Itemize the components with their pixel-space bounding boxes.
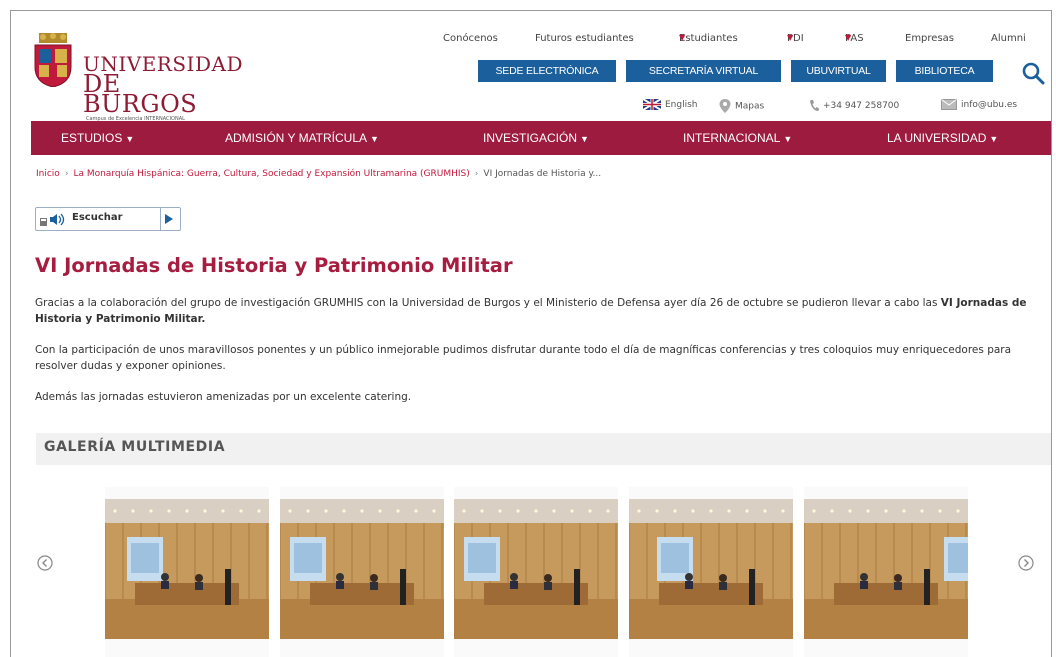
maps-link[interactable]: Mapas: [719, 99, 764, 113]
main-navigation: ESTUDIOS ▼ ADMISIÓN Y MATRÍCULA ▼ INVESTIG…: [31, 121, 1051, 155]
university-logo[interactable]: UNIVERSIDAD DE BURGOS Campus de Excelenc…: [31, 19, 251, 127]
caret-down-icon: ▼: [370, 134, 379, 144]
page-title: VI Jornadas de Historia y Patrimonio Mil…: [35, 254, 513, 277]
breadcrumb-separator: ›: [64, 169, 69, 179]
article-paragraph-1: Gracias a la colaboración del grupo de i…: [35, 295, 1045, 327]
gallery-header: GALERÍA MULTIMEDIA: [36, 433, 1051, 465]
breadcrumb-current: VI Jornadas de Historia y...: [483, 169, 602, 179]
nav-item-label: LA UNIVERSIDAD: [887, 131, 987, 145]
breadcrumb-home-link[interactable]: Inicio: [36, 169, 60, 179]
english-link[interactable]: English: [643, 99, 698, 110]
nav-item-investigacion[interactable]: INVESTIGACIÓN ▼: [483, 121, 589, 155]
ubuvirtual-button[interactable]: UBUVIRTUAL: [791, 60, 886, 82]
gallery-photo[interactable]: [280, 487, 444, 657]
english-label: English: [665, 100, 698, 110]
paragraph-text: Gracias a la colaboración del grupo de i…: [35, 297, 941, 309]
caret-down-icon: ▼: [580, 134, 589, 144]
nav-item-label: ESTUDIOS: [61, 131, 123, 145]
gallery-photo[interactable]: [105, 487, 269, 657]
gallery-photo[interactable]: [629, 487, 793, 657]
secretaria-virtual-button[interactable]: SECRETARÍA VIRTUAL: [626, 60, 781, 82]
article-paragraph-3: Además las jornadas estuvieron amenizada…: [35, 391, 412, 403]
conference-photo-image: [454, 499, 618, 639]
university-name: UNIVERSIDAD DE BURGOS: [83, 54, 243, 118]
play-icon[interactable]: [165, 214, 173, 224]
breadcrumb: Inicio › La Monarquía Hispánica: Guerra, C…: [36, 169, 601, 179]
search-icon[interactable]: [1021, 61, 1045, 85]
gallery-photo[interactable]: [804, 487, 968, 657]
conference-photo-image: [280, 499, 444, 639]
gallery-next-icon[interactable]: [1018, 555, 1034, 571]
email-address: info@ubu.es: [961, 100, 1018, 110]
shield-crest-icon: [34, 33, 72, 87]
top-link-label: Futuros estudiantes: [535, 33, 634, 44]
uk-flag-icon: [643, 99, 661, 110]
gallery-title: GALERÍA MULTIMEDIA: [44, 439, 226, 455]
email-link[interactable]: info@ubu.es: [941, 99, 1017, 110]
top-links-bar: Conócenos Futuros estudiantes Estudiante…: [441, 33, 1041, 49]
conference-photo-image: [804, 499, 968, 639]
nav-item-admision[interactable]: ADMISIÓN Y MATRÍCULA ▼: [225, 121, 379, 155]
maps-label: Mapas: [735, 101, 765, 112]
top-link-label: Alumni: [991, 33, 1026, 44]
speaker-icon[interactable]: [40, 213, 66, 226]
nav-item-estudios[interactable]: ESTUDIOS ▼: [61, 121, 134, 155]
university-name-line2: DE BURGOS: [83, 70, 198, 118]
nav-item-label: ADMISIÓN Y MATRÍCULA: [225, 131, 368, 145]
gallery-photo[interactable]: [454, 487, 618, 657]
sede-electronica-button[interactable]: SEDE ELECTRÓNICA: [478, 60, 616, 82]
conference-photo-image: [629, 499, 793, 639]
phone-number: +34 947 258700: [823, 101, 900, 111]
top-link-label: Conócenos: [443, 33, 498, 44]
caret-down-icon: ▼: [679, 33, 686, 42]
nav-item-label: INVESTIGACIÓN: [483, 131, 578, 145]
nav-item-la-universidad[interactable]: LA UNIVERSIDAD ▼: [887, 121, 998, 155]
browser-page: UNIVERSIDAD DE BURGOS Campus de Excelenc…: [10, 10, 1052, 657]
listen-button[interactable]: Escuchar: [72, 212, 123, 223]
top-link-label: Empresas: [905, 33, 954, 44]
caret-down-icon: ▼: [125, 134, 135, 144]
breadcrumb-separator: ›: [474, 169, 479, 179]
nav-item-internacional[interactable]: INTERNACIONAL ▼: [683, 121, 792, 155]
caret-down-icon: ▼: [989, 134, 999, 144]
phone-icon: [810, 100, 819, 111]
gallery-prev-icon[interactable]: [37, 555, 53, 571]
conference-photo-image: [105, 499, 269, 639]
caret-down-icon: ▼: [787, 33, 794, 42]
article-paragraph-2: Con la participación de unos maravilloso…: [35, 344, 1012, 372]
map-pin-icon: [719, 99, 731, 113]
breadcrumb-group-link[interactable]: La Monarquía Hispánica: Guerra, Cultura,…: [73, 169, 469, 179]
nav-item-label: INTERNACIONAL: [683, 131, 781, 145]
envelope-icon: [941, 99, 957, 110]
biblioteca-button[interactable]: BIBLIOTECA: [896, 60, 993, 82]
listen-widget: Escuchar: [35, 207, 181, 231]
top-link-label: Estudiantes: [679, 33, 738, 44]
caret-down-icon: ▼: [845, 33, 852, 42]
caret-down-icon: ▼: [783, 134, 793, 144]
phone-link[interactable]: +34 947 258700: [809, 99, 899, 112]
divider: [160, 208, 161, 230]
